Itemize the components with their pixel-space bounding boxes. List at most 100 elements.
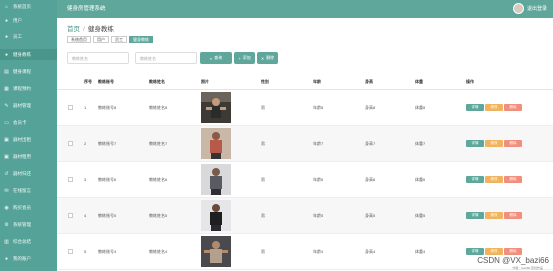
user-area[interactable]: 退出登录 [512, 3, 547, 14]
row-checkbox[interactable] [68, 105, 73, 110]
tag-staff[interactable]: 员工 [111, 36, 127, 43]
sidebar-item-label: 课程预约 [13, 85, 31, 91]
col-photo: 照片 [201, 79, 209, 84]
col-account: 教练账号 [98, 79, 114, 84]
tag-coach[interactable]: 健身教练 [129, 36, 153, 43]
cell-index: 4 [84, 213, 87, 218]
sidebar-item-label: 用户 [13, 17, 22, 23]
row-delete-button[interactable]: 删除 [504, 248, 522, 255]
view-button[interactable]: 详情 [466, 140, 484, 147]
col-actions: 操作 [466, 79, 474, 84]
cell-height: 身高7 [365, 141, 376, 146]
breadcrumb-home[interactable]: 首页 [67, 26, 80, 33]
cell-name: 教练姓名7 [149, 141, 168, 146]
cell-height: 身高6 [365, 177, 376, 182]
cell-name: 教练姓名8 [149, 105, 168, 110]
cell-gender: 男 [261, 141, 265, 146]
sidebar-item-equipment[interactable]: ✎ 器材管理 [0, 100, 57, 111]
avatar[interactable] [512, 3, 524, 14]
sidebar-item-label: 系统首页 [13, 3, 31, 9]
col-height: 身高 [365, 79, 373, 84]
cell-gender: 男 [261, 177, 265, 182]
sidebar-item-staff[interactable]: ● 员工 [0, 31, 57, 42]
row-delete-button[interactable]: 删除 [504, 140, 522, 147]
cell-account: 教练账号7 [98, 141, 117, 146]
sidebar-item-label: 综合总结 [13, 238, 31, 244]
add-button-label: 添加 [242, 55, 251, 60]
sidebar-item-return[interactable]: ↺ 器材归还 [0, 168, 57, 179]
edit-button[interactable]: 修改 [485, 104, 503, 111]
sidebar-item-account[interactable]: ● 我的账户 [0, 253, 57, 264]
table-row: 2 教练账号7 教练姓名7 男 年龄7 身高7 体重7 详情 修改 删除 [57, 126, 553, 162]
sidebar-item-label: 健身课程 [13, 68, 31, 74]
tag-home[interactable]: 系统首页 [67, 36, 91, 43]
sidebar-item-booking[interactable]: ▦ 课程预约 [0, 83, 57, 94]
sidebar-item-buy[interactable]: ◉ 购买会员 [0, 202, 57, 213]
sidebar-item-rent-out[interactable]: ▣ 器材出租 [0, 134, 57, 145]
search-input-name[interactable]: 教练姓名 [135, 52, 197, 64]
box-icon: ▣ [4, 136, 9, 143]
sidebar-item-user[interactable]: ● 用户 [0, 15, 57, 26]
cell-name: 教练姓名4 [149, 249, 168, 254]
row-checkbox[interactable] [68, 177, 73, 182]
sidebar-item-card[interactable]: ▭ 会员卡 [0, 117, 57, 128]
row-delete-button[interactable]: 删除 [504, 104, 522, 111]
coach-photo [201, 128, 231, 159]
edit-button[interactable]: 修改 [485, 248, 503, 255]
watermark-sub: 作者：bazi66 原创作品 [512, 266, 543, 270]
app-title: 健身房管理系统 [67, 6, 106, 12]
edit-button[interactable]: 修改 [485, 176, 503, 183]
table-row: 3 教练账号6 教练姓名6 男 年龄6 身高6 体重6 详情 修改 删除 [57, 162, 553, 198]
add-button[interactable]: + 添加 [234, 52, 255, 64]
row-checkbox[interactable] [68, 213, 73, 218]
row-checkbox[interactable] [68, 249, 73, 254]
delete-button[interactable]: ✕ 删除 [257, 52, 278, 64]
sidebar-item-course[interactable]: ▤ 健身课程 [0, 66, 57, 77]
row-delete-button[interactable]: 删除 [504, 176, 522, 183]
cell-index: 5 [84, 249, 87, 254]
watermark: CSDN @VX_bazi66 [477, 256, 549, 265]
sidebar-item-system[interactable]: ⚙ 系统管理 [0, 219, 57, 230]
cell-account: 教练账号6 [98, 177, 117, 182]
cell-account: 教练账号4 [98, 249, 117, 254]
row-actions: 详情 修改 删除 [466, 140, 522, 147]
search-button[interactable]: ⌕ 查询 [200, 52, 232, 64]
view-button[interactable]: 详情 [466, 104, 484, 111]
sidebar-item-label: 器材出租 [13, 136, 31, 142]
cart-icon: ◉ [4, 204, 9, 211]
sidebar-item-home[interactable]: ⌂ 系统首页 [0, 1, 57, 12]
row-checkbox[interactable] [68, 141, 73, 146]
sidebar-item-label: 购买会员 [13, 204, 31, 210]
sidebar-item-coach[interactable]: ● 健身教练 [0, 49, 57, 60]
search-input-account[interactable]: 教练姓名 [67, 52, 129, 64]
cell-account: 教练账号5 [98, 213, 117, 218]
row-delete-button[interactable]: 删除 [504, 212, 522, 219]
plus-icon: + [238, 55, 241, 61]
cell-age: 年龄4 [313, 249, 324, 254]
sidebar-item-message[interactable]: ✉ 在线留言 [0, 185, 57, 196]
sidebar-item-label: 员工 [13, 33, 22, 39]
cell-weight: 体重8 [415, 105, 426, 110]
view-button[interactable]: 详情 [466, 248, 484, 255]
view-button[interactable]: 详情 [466, 212, 484, 219]
coach-photo [201, 236, 231, 267]
row-actions: 详情 修改 删除 [466, 248, 522, 255]
sidebar-item-rent[interactable]: ▣ 器材租用 [0, 151, 57, 162]
tag-user[interactable]: 用户 [93, 36, 109, 43]
row-actions: 详情 修改 删除 [466, 104, 522, 111]
col-gender: 性别 [261, 79, 269, 84]
col-name: 教练姓名 [149, 79, 165, 84]
user-icon: ● [4, 33, 9, 40]
edit-button[interactable]: 修改 [485, 140, 503, 147]
book-icon: ▤ [4, 68, 9, 75]
edit-button[interactable]: 修改 [485, 212, 503, 219]
coach-photo [201, 164, 231, 195]
cell-account: 教练账号8 [98, 105, 117, 110]
cell-height: 身高8 [365, 105, 376, 110]
cell-name: 教练姓名5 [149, 213, 168, 218]
logout-link[interactable]: 退出登录 [527, 5, 547, 12]
view-button[interactable]: 详情 [466, 176, 484, 183]
cell-gender: 男 [261, 249, 265, 254]
col-age: 年龄 [313, 79, 321, 84]
sidebar-item-summary[interactable]: ▥ 综合总结 [0, 236, 57, 247]
